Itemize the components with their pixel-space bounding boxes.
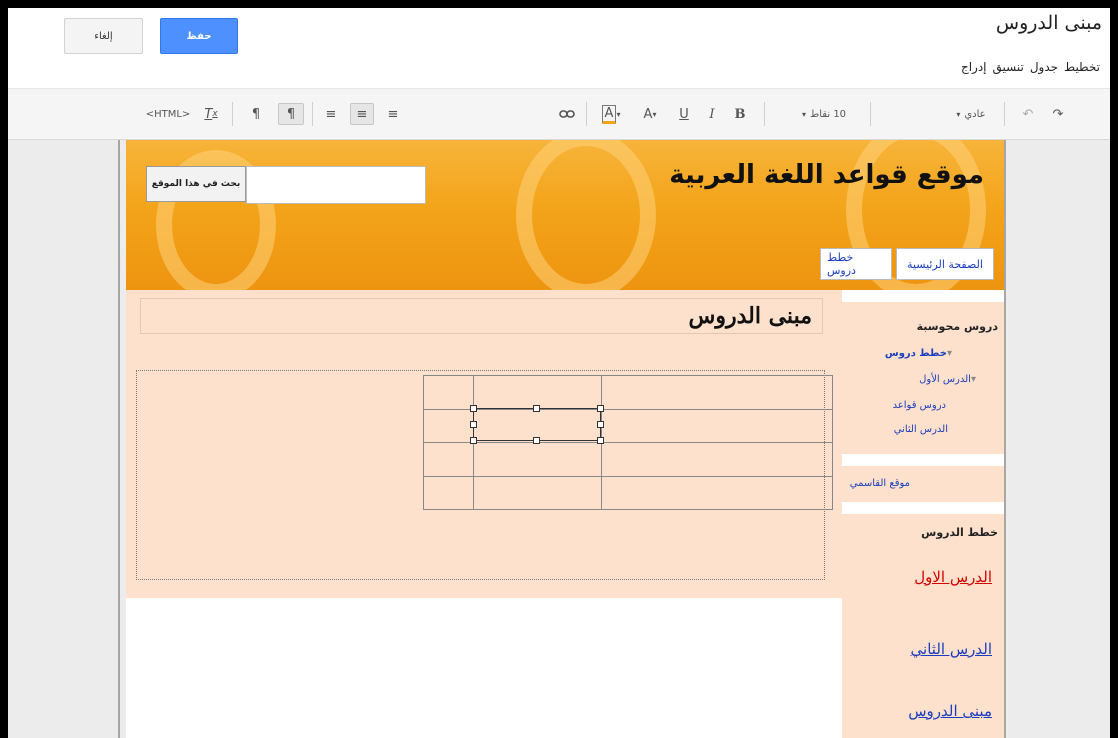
bold-button[interactable]: B <box>730 103 750 125</box>
highlight-color-button[interactable]: A ▾ <box>596 103 626 125</box>
resize-handle[interactable] <box>470 437 477 444</box>
html-button[interactable]: <HTML> <box>146 103 191 125</box>
editor-window: إلغاء حفظ مبنى الدروس إدراج تنسيق جدول ت… <box>8 8 1110 738</box>
clear-format-x: x <box>212 109 218 119</box>
chevron-down-icon: ▾ <box>970 374 976 385</box>
data-table[interactable] <box>423 375 833 510</box>
site-search-button[interactable]: بحث في هذا الموقع <box>146 166 246 202</box>
banner-decoration <box>516 140 656 290</box>
sidebar-item-label: الدرس الأول <box>919 374 971 385</box>
align-center-icon[interactable]: ≡ <box>350 103 374 125</box>
table-cell[interactable] <box>473 442 602 477</box>
table-cell[interactable] <box>601 442 833 477</box>
sidebar-item-qasemi-site[interactable]: موقع القاسمي <box>850 478 910 489</box>
resize-handle[interactable] <box>597 405 604 412</box>
sidebar-item-lesson-1[interactable]: ▾الدرس الأول <box>919 374 976 385</box>
site-page: بحث في هذا الموقع موقع قواعد اللغة العرب… <box>126 140 1004 738</box>
text-color-button[interactable]: A ▾ <box>636 103 664 125</box>
site-title: موقع قواعد اللغة العربية <box>669 160 984 190</box>
menu-insert[interactable]: إدراج <box>961 60 987 74</box>
site-search-input[interactable] <box>246 166 426 204</box>
table-cell[interactable] <box>473 375 602 410</box>
style-value: عادي <box>964 108 986 120</box>
text-color-label: A <box>643 106 653 122</box>
site-sidebar: دروس محوسبة ▾خطط دروس ▾الدرس الأول دروس … <box>842 290 1004 738</box>
clear-format-icon[interactable]: Tx <box>198 103 224 125</box>
style-select[interactable]: عادي ▾ <box>946 103 996 125</box>
resize-handle[interactable] <box>533 405 540 412</box>
sidebar-lessons-box: خطط الدروس الدرس الاول الدرس الثاني مبنى… <box>842 514 1004 738</box>
underline-button[interactable]: U <box>674 103 694 125</box>
highlight-label: A <box>601 104 617 124</box>
content-area: مبنى الدروس <box>126 290 842 598</box>
undo-icon[interactable]: ↶ <box>1018 103 1038 125</box>
table-row <box>423 475 833 510</box>
table-row <box>423 442 833 477</box>
sidebar-item-label: خطط دروس <box>884 348 947 359</box>
table-container[interactable] <box>136 370 833 580</box>
italic-button[interactable]: I <box>702 103 722 125</box>
resize-handle[interactable] <box>597 421 604 428</box>
toolbar-divider <box>1004 102 1005 126</box>
link-icon[interactable] <box>556 103 578 125</box>
font-size-value: 10 نقاط <box>809 108 847 120</box>
chevron-down-icon: ▾ <box>946 348 952 359</box>
redo-icon[interactable]: ↷ <box>1048 103 1068 125</box>
page-gutter-left <box>118 140 120 738</box>
table-cell[interactable] <box>423 442 474 477</box>
sidebar-link-box: موقع القاسمي <box>842 466 1004 502</box>
resize-handle[interactable] <box>597 437 604 444</box>
sidebar-link-lesson-2[interactable]: الدرس الثاني <box>911 640 992 658</box>
align-left-icon[interactable]: ≡ <box>320 103 342 125</box>
sidebar-item-lesson-plans[interactable]: ▾خطط دروس <box>885 348 952 359</box>
resize-handle[interactable] <box>470 421 477 428</box>
table-cell[interactable] <box>601 475 833 510</box>
chevron-down-icon: ▾ <box>652 109 657 119</box>
table-cell[interactable] <box>423 408 474 443</box>
page-title: مبنى الدروس <box>995 12 1102 34</box>
toolbar-divider <box>312 102 313 126</box>
sidebar-nav-box: دروس محوسبة ▾خطط دروس ▾الدرس الأول دروس … <box>842 302 1004 454</box>
nav-tab-lesson-plans[interactable]: خطط دروس <box>820 248 892 280</box>
cancel-button[interactable]: إلغاء <box>64 18 143 54</box>
menu-layout[interactable]: تخطيط <box>1064 60 1100 74</box>
page-gutter-right <box>1004 140 1006 738</box>
table-cell[interactable] <box>601 408 833 443</box>
toolbar-divider <box>870 102 871 126</box>
table-cell[interactable] <box>423 475 474 510</box>
site-banner: بحث في هذا الموقع موقع قواعد اللغة العرب… <box>126 140 1004 290</box>
link-glyph <box>559 110 575 118</box>
sidebar-link-lessons-structure[interactable]: مبنى الدروس <box>908 702 992 720</box>
table-row <box>423 375 833 410</box>
sidebar-link-lesson-1[interactable]: الدرس الاول <box>914 568 992 586</box>
font-size-select[interactable]: 10 نقاط ▾ <box>792 103 856 125</box>
sidebar-item-grammar-lessons[interactable]: دروس قواعد <box>893 400 946 411</box>
save-button[interactable]: حفظ <box>160 18 238 54</box>
chevron-down-icon: ▾ <box>956 109 961 119</box>
sidebar-heading: دروس محوسبة <box>916 320 998 333</box>
toolbar-divider <box>586 102 587 126</box>
content-heading[interactable]: مبنى الدروس <box>140 298 823 334</box>
resize-handle[interactable] <box>470 405 477 412</box>
toolbar-divider <box>764 102 765 126</box>
menu-table[interactable]: جدول <box>1030 60 1058 74</box>
nav-tab-home[interactable]: الصفحة الرئيسية <box>896 248 994 280</box>
resize-handle[interactable] <box>533 437 540 444</box>
table-cell[interactable] <box>473 475 602 510</box>
table-cell[interactable] <box>423 375 474 410</box>
sidebar-item-lesson-2[interactable]: الدرس الثاني <box>894 424 948 435</box>
chevron-down-icon: ▾ <box>616 109 621 119</box>
menu-format[interactable]: تنسيق <box>993 60 1024 74</box>
editor-canvas: بحث في هذا الموقع موقع قواعد اللغة العرب… <box>8 140 1110 738</box>
align-right-icon[interactable]: ≡ <box>382 103 404 125</box>
top-bar: إلغاء حفظ مبنى الدروس إدراج تنسيق جدول ت… <box>8 8 1110 88</box>
chevron-down-icon: ▾ <box>801 109 806 119</box>
menu-bar: إدراج تنسيق جدول تخطيط <box>961 60 1100 74</box>
toolbar-divider <box>232 102 233 126</box>
sidebar-heading: خطط الدروس <box>921 526 998 539</box>
ltr-paragraph-icon[interactable]: ¶ <box>244 103 268 125</box>
rtl-paragraph-icon[interactable]: ¶ <box>278 103 304 125</box>
formatting-toolbar: <HTML> Tx ¶ ¶ ≡ ≡ ≡ A ▾ A ▾ U I B 10 نقاط ▾… <box>8 88 1110 140</box>
table-cell[interactable] <box>601 375 833 410</box>
